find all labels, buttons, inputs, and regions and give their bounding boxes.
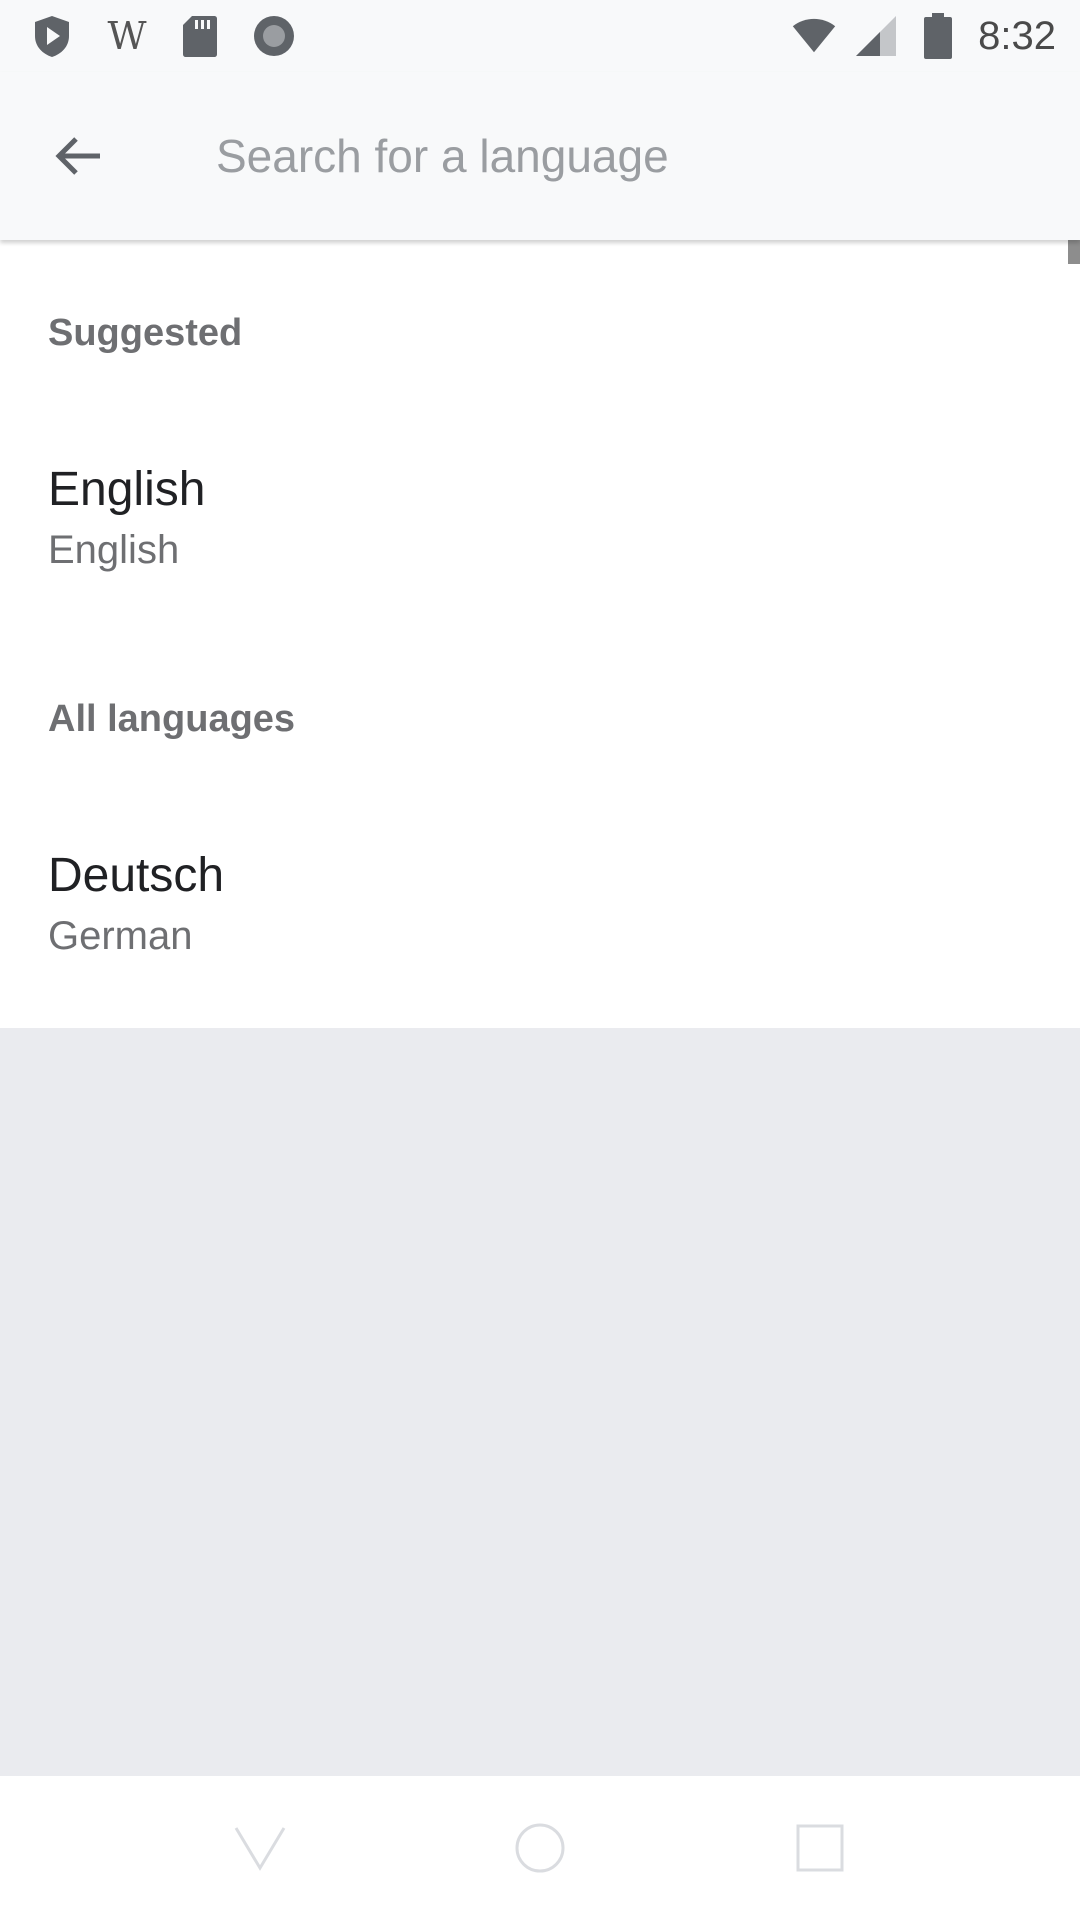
nav-back-button[interactable] <box>210 1798 310 1898</box>
shield-play-icon <box>30 14 74 58</box>
home-nav-icon <box>515 1823 565 1873</box>
status-system-icons: 8:32 <box>774 13 1056 59</box>
arrow-back-icon <box>55 137 100 175</box>
navigation-bar <box>0 1776 1080 1920</box>
language-translation: German <box>48 914 193 958</box>
nav-recents-button[interactable] <box>770 1798 870 1898</box>
status-notification-icons: W <box>30 14 326 58</box>
back-button[interactable] <box>28 106 128 206</box>
search-toolbar <box>0 72 1080 240</box>
status-bar: W 8:32 <box>0 0 1080 72</box>
language-item-english[interactable]: English English <box>0 462 1060 622</box>
wikipedia-w-icon: W <box>107 14 146 58</box>
cell-signal-icon <box>854 14 898 58</box>
nav-home-button[interactable] <box>490 1798 590 1898</box>
back-nav-icon <box>234 1827 286 1871</box>
battery-icon <box>916 13 960 59</box>
wifi-icon <box>792 14 836 58</box>
scrollbar-thumb[interactable] <box>1068 240 1080 264</box>
language-name: English <box>48 463 206 516</box>
section-header-all-languages: All languages <box>48 698 296 740</box>
record-circle-icon <box>252 14 296 58</box>
language-item-deutsch[interactable]: Deutsch German <box>0 848 1060 1008</box>
language-translation: English <box>48 528 180 572</box>
recents-nav-icon <box>796 1824 844 1872</box>
language-search-input[interactable] <box>216 116 1036 196</box>
sd-card-icon <box>178 14 222 58</box>
status-clock: 8:32 <box>978 13 1056 58</box>
section-header-suggested: Suggested <box>48 312 243 354</box>
language-name: Deutsch <box>48 849 225 902</box>
language-list: Suggested English English All languages … <box>0 240 1080 1028</box>
